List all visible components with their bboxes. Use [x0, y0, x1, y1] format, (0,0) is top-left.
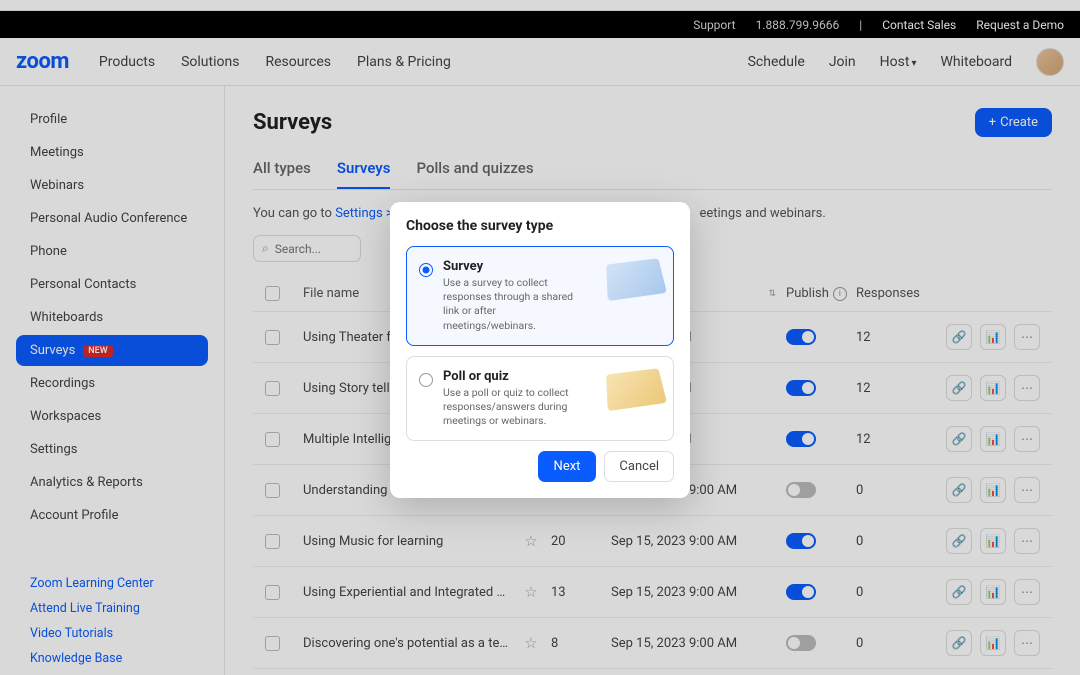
- next-button[interactable]: Next: [538, 451, 597, 482]
- modal-overlay[interactable]: Choose the survey type Survey Use a surv…: [0, 0, 1080, 675]
- option-survey-desc: Use a survey to collect responses throug…: [443, 276, 588, 333]
- option-poll[interactable]: Poll or quiz Use a poll or quiz to colle…: [406, 356, 674, 442]
- cancel-button[interactable]: Cancel: [604, 451, 674, 482]
- radio-poll[interactable]: [419, 373, 433, 387]
- modal-title: Choose the survey type: [406, 218, 674, 234]
- modal-actions: Next Cancel: [406, 451, 674, 482]
- radio-survey[interactable]: [419, 263, 433, 277]
- option-poll-desc: Use a poll or quiz to collect responses/…: [443, 386, 588, 429]
- option-survey[interactable]: Survey Use a survey to collect responses…: [406, 246, 674, 346]
- survey-type-modal: Choose the survey type Survey Use a surv…: [390, 202, 690, 498]
